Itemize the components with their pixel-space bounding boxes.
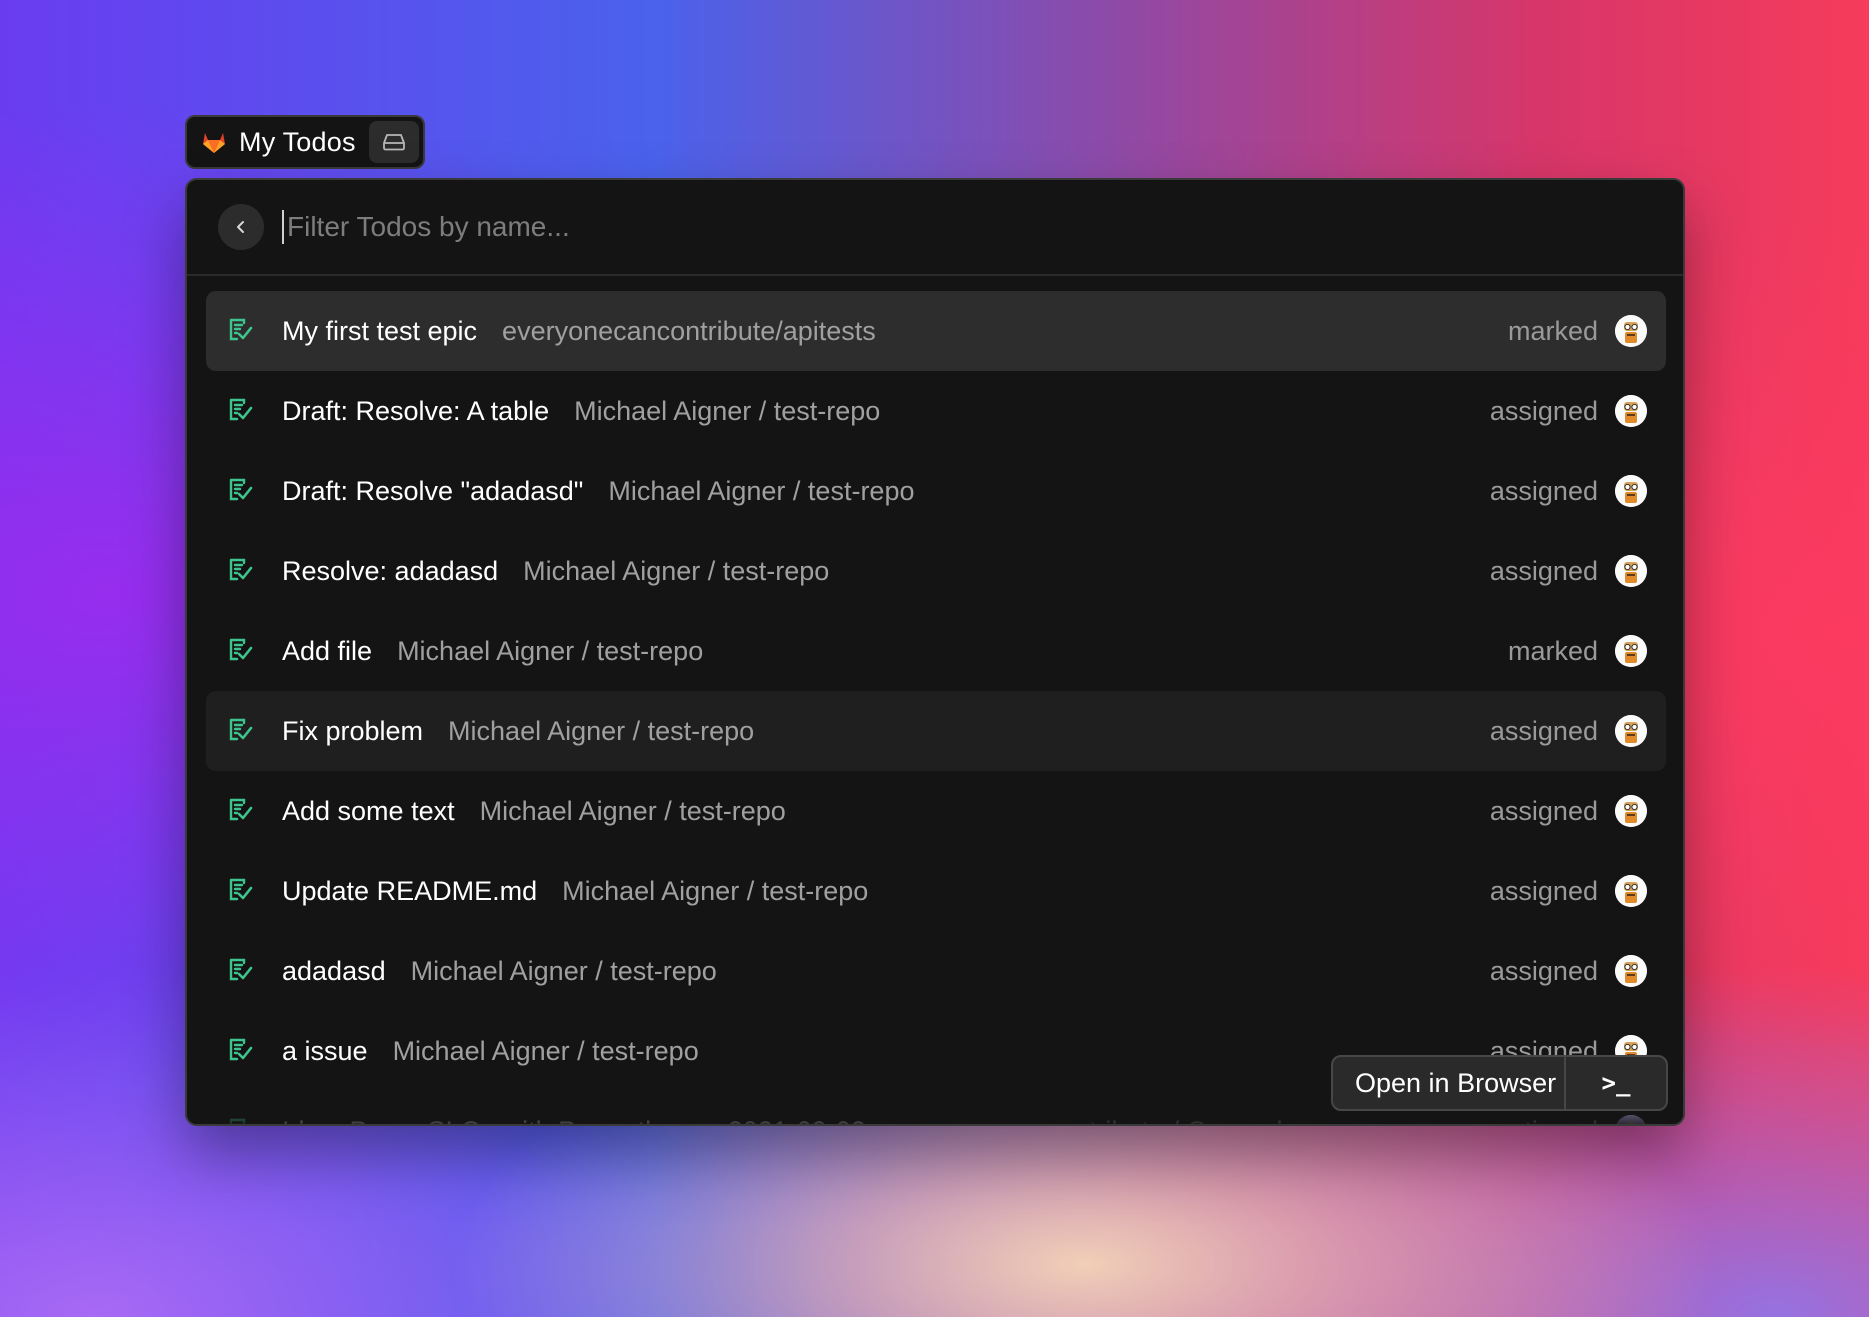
avatar: [1615, 635, 1647, 667]
todo-project: Michael Aigner / test-repo: [448, 715, 755, 746]
todo-project: Michael Aigner / test-repo: [608, 475, 915, 506]
back-button[interactable]: [218, 204, 264, 250]
search-input[interactable]: [281, 202, 1637, 252]
drive-action-button[interactable]: [369, 121, 419, 163]
open-in-browser-button[interactable]: Open in Browser: [1333, 1057, 1566, 1109]
todo-status: assigned: [1489, 475, 1598, 506]
avatar: [1615, 395, 1647, 427]
avatar: [1615, 555, 1647, 587]
todo-row[interactable]: adadasd Michael Aigner / test-repo assign…: [206, 931, 1666, 1011]
todo-title: My first test epic: [282, 315, 478, 346]
todo-title: Draft: Resolve "adadasd": [282, 475, 584, 506]
todo-title: adadasd: [282, 955, 386, 986]
todo-title: Add file: [282, 635, 373, 666]
todo-row[interactable]: Add file Michael Aigner / test-repo marke…: [206, 611, 1666, 691]
avatar: [1615, 315, 1647, 347]
todo-row[interactable]: Add some text Michael Aigner / test-repo …: [206, 771, 1666, 851]
todo-checklist-icon: [229, 1038, 253, 1061]
avatar: [1615, 875, 1647, 907]
todo-project: Michael Aigner / test-repo: [523, 555, 830, 586]
todo-checklist-icon: [229, 798, 253, 821]
todo-row[interactable]: Update README.md Michael Aigner / test-re…: [206, 851, 1666, 931]
chevron-left-icon: [237, 221, 244, 233]
todo-status: assigned: [1489, 395, 1598, 426]
todo-row[interactable]: Fix problem Michael Aigner / test-repo as…: [206, 691, 1666, 771]
todo-project: Michael Aigner / test-repo: [397, 635, 704, 666]
todo-checklist-icon: [229, 318, 253, 341]
terminal-icon[interactable]: >_: [1566, 1069, 1666, 1097]
todo-project: Michael Aigner / test-repo: [410, 955, 717, 986]
todo-row[interactable]: Draft: Resolve "adadasd" Michael Aigner /…: [206, 451, 1666, 531]
todo-row[interactable]: My first test epic everyonecancontribute/…: [206, 291, 1666, 371]
search-bar: [187, 180, 1683, 276]
avatar: [1615, 955, 1647, 987]
todo-project: Michael Aigner / test-repo: [562, 875, 869, 906]
todo-status: marked: [1507, 315, 1598, 346]
gitlab-fox-icon: [203, 133, 225, 153]
todo-project: Michael Aigner / test-repo: [479, 795, 786, 826]
todo-checklist-icon: [229, 478, 253, 501]
todo-title: a issue: [282, 1035, 368, 1066]
todo-checklist-icon: [229, 958, 253, 981]
todo-project: Michael Aigner / test-repo: [392, 1035, 699, 1066]
todo-list: My first test epic everyonecancontribute/…: [206, 291, 1666, 1124]
todo-project: everyonecancontribute/apitests: [502, 315, 876, 346]
todo-checklist-icon: [229, 558, 253, 581]
todo-status: assigned: [1489, 555, 1598, 586]
todo-title: Add some text: [282, 795, 455, 826]
todo-checklist-icon: [229, 878, 253, 901]
todo-row[interactable]: Draft: Resolve: A table Michael Aigner / …: [206, 371, 1666, 451]
todo-status: assigned: [1489, 715, 1598, 746]
drive-icon: [383, 134, 405, 151]
avatar: [1615, 715, 1647, 747]
todo-status: assigned: [1489, 955, 1598, 986]
command-title: My Todos: [239, 126, 356, 157]
command-title-pill: My Todos: [185, 115, 425, 169]
todo-title: Resolve: adadasd: [282, 555, 499, 586]
todo-title: Draft: Resolve: A table: [282, 395, 550, 426]
todo-status: assigned: [1489, 875, 1598, 906]
todo-status: marked: [1507, 635, 1598, 666]
todo-title: Update README.md: [282, 875, 538, 906]
todo-row[interactable]: Resolve: adadasd Michael Aigner / test-re…: [206, 531, 1666, 611]
action-bar: Open in Browser >_: [1331, 1055, 1668, 1111]
todo-checklist-icon: [229, 638, 253, 661]
todo-title: Fix problem: [282, 715, 424, 746]
todo-status: assigned: [1489, 795, 1598, 826]
todos-window: My first test epic everyonecancontribute/…: [185, 178, 1685, 1126]
todo-checklist-icon: [229, 718, 253, 741]
todo-checklist-icon: [229, 398, 253, 421]
todo-project: Michael Aigner / test-repo: [574, 395, 881, 426]
avatar: [1615, 475, 1647, 507]
avatar: [1615, 795, 1647, 827]
